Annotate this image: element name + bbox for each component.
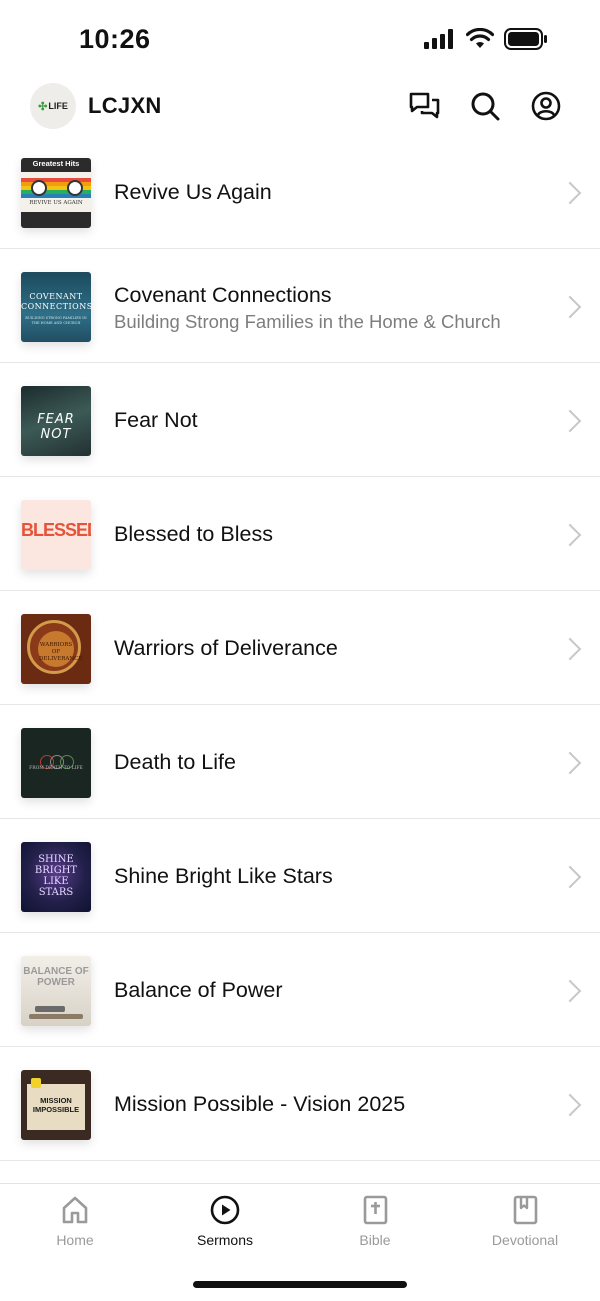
artwork-text: COVENANT CONNECTIONS bbox=[21, 292, 91, 311]
artwork-text: Greatest Hits bbox=[32, 159, 80, 168]
cellular-signal-icon bbox=[424, 29, 453, 49]
tab-bible[interactable]: Bible bbox=[300, 1194, 450, 1248]
sermon-title: Shine Bright Like Stars bbox=[114, 864, 333, 888]
sermon-title: Mission Possible - Vision 2025 bbox=[114, 1092, 406, 1116]
tab-label: Devotional bbox=[491, 1232, 559, 1248]
wifi-icon bbox=[466, 28, 494, 48]
artwork-text: SHINE BRIGHT LIKE STARS bbox=[34, 854, 78, 898]
sermon-row[interactable]: WARRIORS OF DELIVERANCE Warriors of Deli… bbox=[0, 591, 600, 705]
tab-sermons[interactable]: Sermons bbox=[150, 1194, 300, 1248]
search-icon bbox=[471, 92, 500, 121]
sermon-title: Blessed to Bless bbox=[114, 522, 273, 546]
sermon-artwork: WARRIORS OF DELIVERANCE bbox=[21, 614, 91, 684]
battery-icon bbox=[504, 28, 547, 50]
artwork-text: BALANCE OF POWER bbox=[23, 966, 89, 988]
sermon-title: Death to Life bbox=[114, 750, 236, 774]
tab-label: Sermons bbox=[196, 1232, 254, 1248]
sermon-artwork: FROM DEATH TO LIFE bbox=[21, 728, 91, 798]
sermon-title: Warriors of Deliverance bbox=[114, 636, 338, 660]
tab-devotional[interactable]: Devotional bbox=[450, 1194, 600, 1248]
chat-bubbles-icon bbox=[409, 92, 440, 119]
sermon-row[interactable]: SHINE BRIGHT LIKE STARS Shine Bright Lik… bbox=[0, 819, 600, 933]
artwork-text: MISSION IMPOSSIBLE bbox=[32, 1096, 80, 1114]
sermon-row[interactable]: MISSION IMPOSSIBLE Mission Possible - Vi… bbox=[0, 1047, 600, 1161]
chevron-right-icon bbox=[558, 979, 582, 1003]
sermon-title: Balance of Power bbox=[114, 978, 283, 1002]
artwork-text: FEAR NOT bbox=[37, 412, 75, 442]
sermon-artwork: COVENANT CONNECTIONS BUILDING STRONG FAM… bbox=[21, 272, 91, 342]
chevron-right-icon bbox=[558, 865, 582, 889]
home-icon bbox=[62, 1196, 88, 1224]
search-button[interactable] bbox=[467, 88, 503, 124]
sermon-title: Covenant Connections bbox=[114, 283, 332, 307]
chevron-right-icon bbox=[558, 1093, 582, 1117]
sermon-subtitle: Building Strong Families in the Home & C… bbox=[114, 311, 501, 332]
status-time: 10:26 bbox=[79, 24, 151, 54]
artwork-subtext: BUILDING STRONG FAMILIES IN THE HOME AND… bbox=[25, 316, 87, 325]
play-circle-icon bbox=[210, 1195, 240, 1225]
status-bar: 10:26 bbox=[0, 0, 600, 80]
sermon-list: Greatest Hits REVIVE US AGAIN Revive Us … bbox=[0, 135, 600, 1185]
sermon-artwork: FEAR NOT bbox=[21, 386, 91, 456]
sermon-row[interactable]: BALANCE OF POWER Balance of Power bbox=[0, 933, 600, 1047]
chevron-right-icon bbox=[558, 181, 582, 205]
sermon-row[interactable]: FEAR NOT Fear Not bbox=[0, 363, 600, 477]
tab-home[interactable]: Home bbox=[0, 1194, 150, 1248]
chevron-right-icon bbox=[558, 751, 582, 775]
artwork-text: FROM DEATH TO LIFE bbox=[29, 766, 83, 771]
church-logo[interactable]: ✣ LIFE bbox=[30, 83, 76, 129]
sermon-row[interactable]: FROM DEATH TO LIFE Death to Life bbox=[0, 705, 600, 819]
tab-label: Home bbox=[56, 1232, 94, 1248]
sermon-artwork: BLESSED bbox=[21, 500, 91, 570]
sermon-artwork: BALANCE OF POWER bbox=[21, 956, 91, 1026]
artwork-text: WARRIORS OF DELIVERANCE bbox=[39, 642, 83, 662]
user-circle-icon bbox=[531, 91, 561, 121]
bookmark-book-icon bbox=[513, 1195, 538, 1225]
home-indicator[interactable] bbox=[193, 1281, 407, 1288]
chevron-right-icon bbox=[558, 523, 582, 547]
artwork-subtext: REVIVE US AGAIN bbox=[29, 200, 83, 206]
sermon-artwork: SHINE BRIGHT LIKE STARS bbox=[21, 842, 91, 912]
chevron-right-icon bbox=[558, 409, 582, 433]
sermon-row[interactable]: BLESSED Blessed to Bless bbox=[0, 477, 600, 591]
leaf-icon: ✣ bbox=[38, 100, 48, 113]
chevron-right-icon bbox=[558, 295, 582, 319]
tab-label: Bible bbox=[359, 1232, 391, 1248]
sermon-title: Fear Not bbox=[114, 408, 198, 432]
sermon-artwork: MISSION IMPOSSIBLE bbox=[21, 1070, 91, 1140]
church-name: LCJXN bbox=[88, 93, 162, 118]
sermon-artwork: Greatest Hits REVIVE US AGAIN bbox=[21, 158, 91, 228]
sermon-row[interactable]: Greatest Hits REVIVE US AGAIN Revive Us … bbox=[0, 135, 600, 249]
chevron-right-icon bbox=[558, 637, 582, 661]
messages-button[interactable] bbox=[406, 88, 442, 124]
sermon-title: Revive Us Again bbox=[114, 180, 272, 204]
logo-text: LIFE bbox=[48, 101, 68, 111]
profile-button[interactable] bbox=[528, 88, 564, 124]
artwork-text: BLESSED bbox=[21, 520, 91, 540]
bible-icon bbox=[363, 1195, 388, 1225]
sermon-row[interactable]: COVENANT CONNECTIONS BUILDING STRONG FAM… bbox=[0, 249, 600, 363]
sermon-row[interactable] bbox=[0, 1161, 600, 1185]
status-icons bbox=[424, 28, 548, 50]
